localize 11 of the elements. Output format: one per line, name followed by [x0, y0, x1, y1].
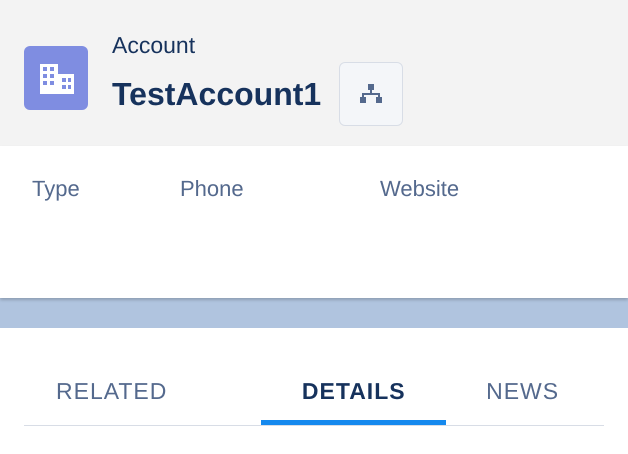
tab[interactable]: NEWS — [486, 367, 604, 425]
hierarchy-button[interactable] — [339, 62, 404, 126]
field-label: Website — [380, 175, 460, 203]
field-label: Type — [31, 175, 81, 203]
field-label: Phone — [180, 175, 245, 203]
object-type: Account — [112, 31, 196, 60]
building-icon — [24, 46, 88, 110]
tab[interactable]: RELATED — [24, 367, 202, 425]
tab[interactable]: DETAILS — [261, 367, 446, 425]
hierarchy-icon — [360, 84, 382, 104]
record-title: TestAccount1 — [112, 75, 322, 114]
